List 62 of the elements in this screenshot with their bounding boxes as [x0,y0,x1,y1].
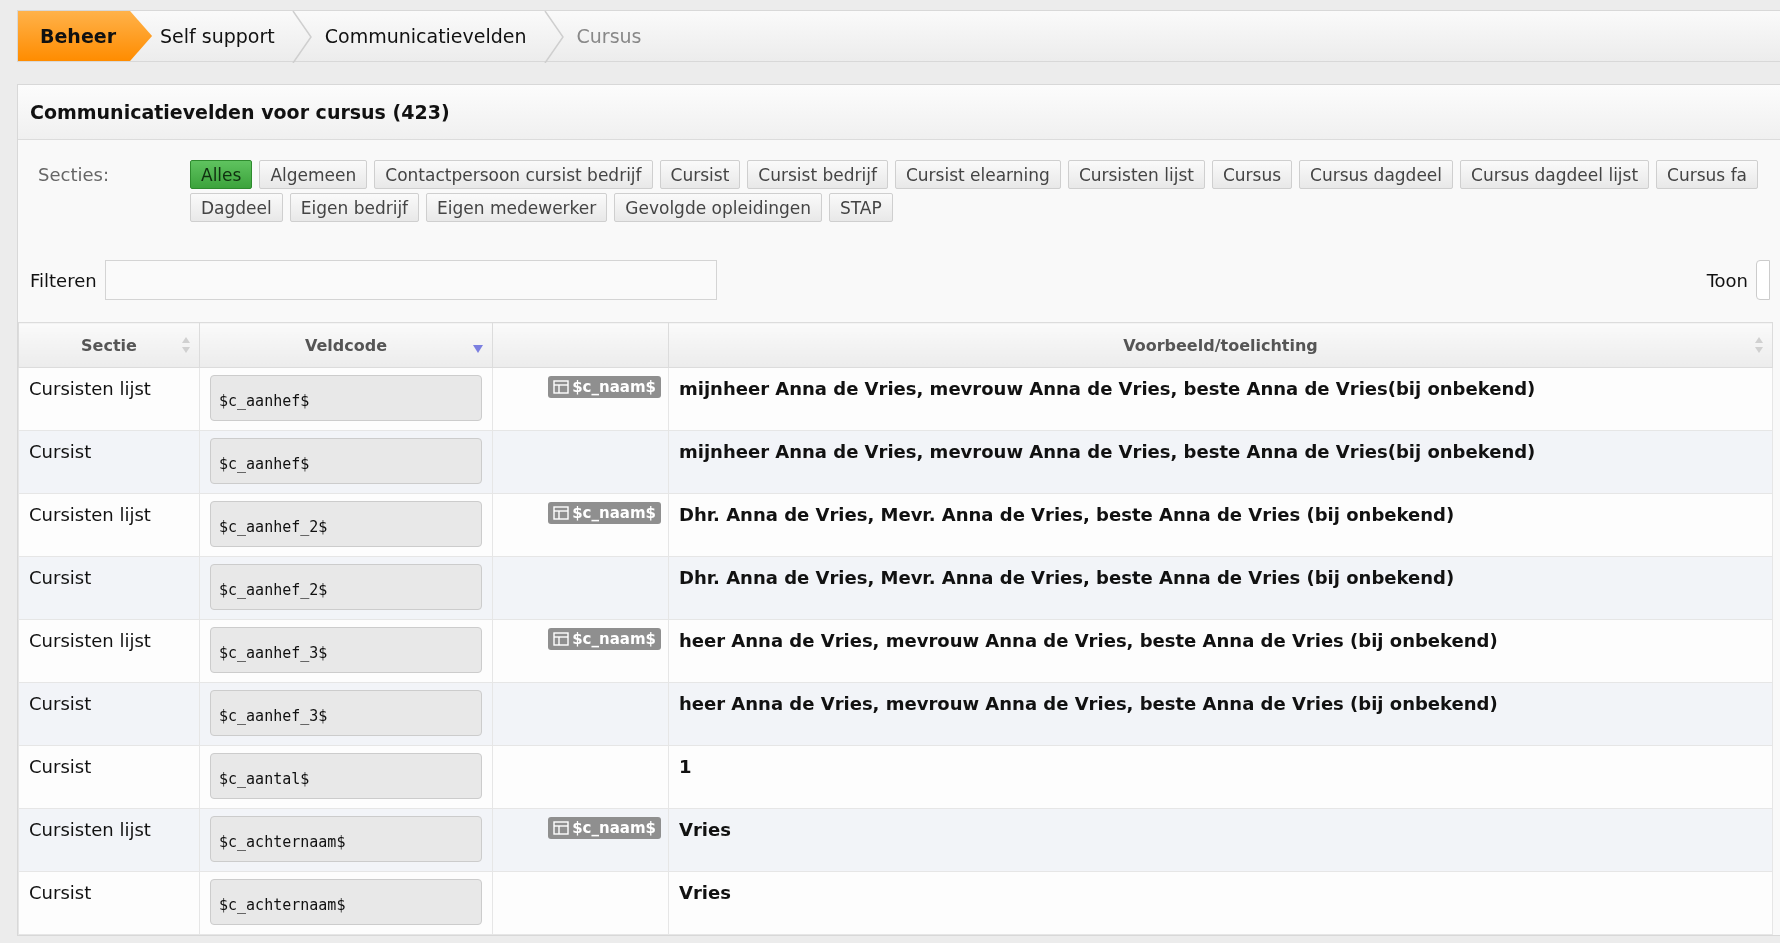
table-cell: Cursist [18,430,200,494]
section-filter-button[interactable]: Cursus dagdeel lijst [1460,160,1650,189]
section-filter-button[interactable]: Cursus dagdeel [1299,160,1454,189]
table-icon [553,632,570,646]
table-cell: Cursist [18,682,200,746]
table-cell: Cursist [18,556,200,620]
column-header[interactable]: Sectie [18,322,200,368]
field-tag: $c_naam$ [548,376,661,398]
section-filter-button[interactable]: Cursus fa [1656,160,1759,189]
filter-label: Filteren [30,269,97,291]
table-cell: Cursisten lijst [18,808,200,872]
section-filter-button[interactable]: Contactpersoon cursist bedrijf [374,160,653,189]
section-filter-button[interactable]: Eigen medewerker [426,193,608,222]
table-cell: Cursist [18,745,200,809]
field-tag: $c_naam$ [548,817,661,839]
table-cell: Cursisten lijst [18,493,200,557]
panel-title: Communicatievelden voor cursus (423) [30,101,450,123]
table-cell: heer Anna de Vries, mevrouw Anna de Vries, beste Anna de Vries (bij onbekend) [668,619,1773,683]
table-cell: Dhr. Anna de Vries, Mevr. Anna de Vries, beste Anna de Vries (bij onbekend) [668,556,1773,620]
section-filter-button[interactable]: Gevolgde opleidingen [614,193,822,222]
code-field[interactable]: $c_aanhef_2$ [210,564,482,610]
table-cell: heer Anna de Vries, mevrouw Anna de Vries, beste Anna de Vries (bij onbekend) [668,682,1773,746]
section-filter-button[interactable]: Algemeen [259,160,368,189]
table-cell: mijnheer Anna de Vries, mevrouw Anna de Vries, beste Anna de Vries(bij onbekend) [668,367,1773,431]
table-cell: Vries [668,871,1773,935]
breadcrumb-link[interactable]: Beheer [18,11,153,61]
table-cell: mijnheer Anna de Vries, mevrouw Anna de Vries, beste Anna de Vries(bij onbekend) [668,430,1773,494]
table-cell: 1 [668,745,1773,809]
column-header[interactable]: Voorbeeld/toelichting [668,322,1773,368]
section-filter-button[interactable]: Cursist [659,160,741,189]
section-filter-button[interactable]: STAP [828,193,893,222]
breadcrumb-link[interactable]: Communicatievelden [312,11,543,61]
table-icon [553,506,570,520]
section-filter-button[interactable]: Eigen bedrijf [289,193,420,222]
table-cell: Vries [668,808,1773,872]
filter-field[interactable] [104,260,717,300]
code-field[interactable]: $c_aanhef$ [210,375,482,421]
sections-label: Secties: [37,163,110,185]
table-cell: Cursisten lijst [18,367,200,431]
section-filter-button[interactable]: Cursus [1211,160,1293,189]
table-icon [553,821,570,835]
code-field[interactable]: $c_aanhef_3$ [210,690,482,736]
table-icon [553,380,570,394]
section-filter-button[interactable]: Dagdeel [190,193,283,222]
section-filter-button[interactable]: Alles [190,160,253,189]
section-filter-button[interactable]: Cursist bedrijf [747,160,888,189]
table-cell: Dhr. Anna de Vries, Mevr. Anna de Vries, beste Anna de Vries (bij onbekend) [668,493,1773,557]
show-select[interactable] [1756,260,1770,300]
code-field[interactable]: $c_aanhef_3$ [210,627,482,673]
section-filter-button[interactable]: Cursist elearning [894,160,1061,189]
field-tag: $c_naam$ [548,628,661,650]
code-field[interactable]: $c_achternaam$ [210,879,482,925]
section-filter-button[interactable]: Cursisten lijst [1067,160,1205,189]
code-field[interactable]: $c_aantal$ [210,753,482,799]
column-header[interactable]: Veldcode [199,322,493,368]
field-tag: $c_naam$ [548,502,661,524]
table-cell: Cursist [18,871,200,935]
code-field[interactable]: $c_achternaam$ [210,816,482,862]
table-cell: Cursisten lijst [18,619,200,683]
code-field[interactable]: $c_aanhef$ [210,438,482,484]
code-field[interactable]: $c_aanhef_2$ [210,501,482,547]
show-label: Toon [1706,269,1748,291]
